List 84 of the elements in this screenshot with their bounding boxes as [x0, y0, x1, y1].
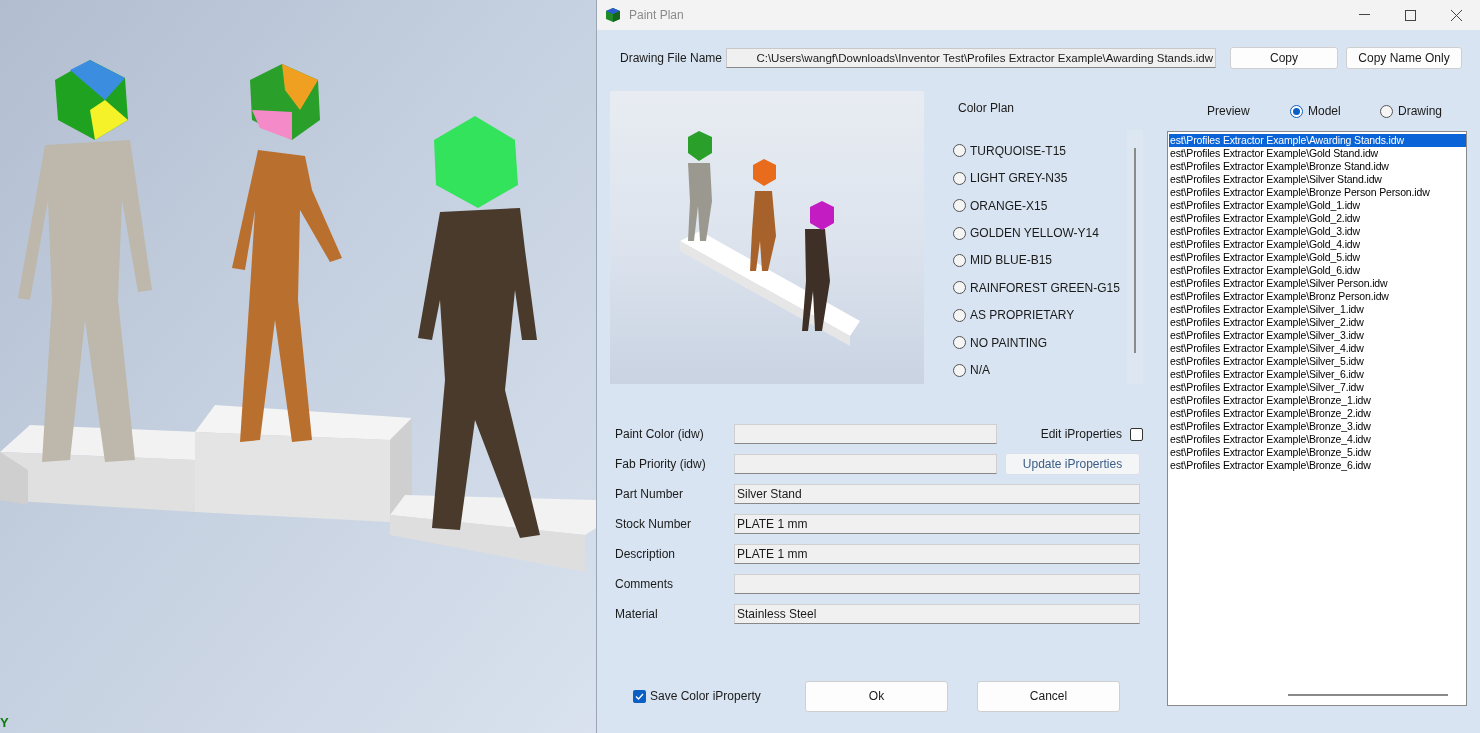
button[interactable]: Ok	[805, 680, 948, 712]
text-field[interactable]	[734, 424, 997, 444]
radio-button[interactable]	[953, 144, 966, 158]
scrollbar[interactable]	[1127, 130, 1143, 384]
radio-label[interactable]: Model	[1308, 102, 1341, 120]
list-item[interactable]: est\Profiles Extractor Example\Bronze_1.idw	[1169, 394, 1466, 407]
text-field[interactable]: PLATE 1 mm	[734, 514, 1140, 534]
radio-button[interactable]	[953, 226, 966, 240]
button[interactable]: Update iProperties	[1005, 453, 1140, 475]
radio-button[interactable]	[953, 253, 966, 267]
list-item[interactable]: est\Profiles Extractor Example\Silver_2.idw	[1169, 316, 1466, 329]
radio-label[interactable]: AS PROPRIETARY	[970, 306, 1075, 325]
field-label: Stock Number	[615, 516, 693, 533]
section-label: Color Plan	[958, 101, 1016, 115]
text-field[interactable]	[734, 574, 1140, 594]
list-item[interactable]: est\Profiles Extractor Example\Bronze_6.idw	[1169, 459, 1466, 472]
list-item[interactable]: est\Profiles Extractor Example\Gold Stand.idw	[1169, 147, 1466, 160]
list-item[interactable]: est\Profiles Extractor Example\Silver_4.idw	[1169, 342, 1466, 355]
button[interactable]: Cancel	[977, 680, 1120, 712]
field-label: Drawing File Name	[620, 50, 724, 67]
list-item[interactable]: est\Profiles Extractor Example\Gold_4.idw	[1169, 238, 1466, 251]
list-item[interactable]: est\Profiles Extractor Example\Bronze Person Person.idw	[1169, 186, 1466, 199]
close-icon[interactable]	[1451, 9, 1462, 21]
list-item[interactable]: est\Profiles Extractor Example\Gold_5.idw	[1169, 251, 1466, 264]
window-title: Paint Plan	[629, 7, 684, 24]
axis-label: Y	[0, 716, 9, 729]
list-item[interactable]: est\Profiles Extractor Example\Bronze Stand.idw	[1169, 160, 1466, 173]
radio-label[interactable]: N/A	[970, 361, 990, 380]
list-item[interactable]: est\Profiles Extractor Example\Bronz Person.idw	[1169, 290, 1466, 303]
maximize-icon[interactable]	[1405, 9, 1416, 21]
file-path-field[interactable]: C:\Users\wangf\Downloads\Inventor Test\Profiles Extractor Example\Awarding Stands.idw	[726, 48, 1216, 68]
text-field[interactable]	[734, 454, 997, 474]
radio-label[interactable]: GOLDEN YELLOW-Y14	[970, 224, 1099, 243]
list-item[interactable]: est\Profiles Extractor Example\Bronze_2.idw	[1169, 407, 1466, 420]
radio-button[interactable]	[1380, 104, 1393, 118]
list-item[interactable]: est\Profiles Extractor Example\Silver Stand.idw	[1169, 173, 1466, 186]
app-icon	[605, 7, 621, 23]
checkbox[interactable]	[1130, 427, 1143, 441]
checkbox-label[interactable]: Edit iProperties	[1040, 425, 1122, 443]
field-label: Material	[615, 606, 659, 623]
list-item[interactable]: est\Profiles Extractor Example\Silver_6.idw	[1169, 368, 1466, 381]
list-item[interactable]: est\Profiles Extractor Example\Silver_7.idw	[1169, 381, 1466, 394]
3d-viewport[interactable]: Y	[0, 0, 596, 733]
field-label: Paint Color (idw)	[615, 426, 705, 443]
radio-label[interactable]: TURQUOISE-T15	[970, 141, 1066, 160]
list-item[interactable]: est\Profiles Extractor Example\Bronze_3.idw	[1169, 420, 1466, 433]
list-item[interactable]: est\Profiles Extractor Example\Gold_3.idw	[1169, 225, 1466, 238]
radio-button[interactable]	[953, 281, 966, 295]
list-item[interactable]: est\Profiles Extractor Example\Bronze_4.idw	[1169, 433, 1466, 446]
radio-label[interactable]: ORANGE-X15	[970, 196, 1048, 215]
field-label: Comments	[615, 576, 674, 593]
list-item[interactable]: est\Profiles Extractor Example\Gold_2.idw	[1169, 212, 1466, 225]
list-item[interactable]: est\Profiles Extractor Example\Gold_6.idw	[1169, 264, 1466, 277]
minimize-icon[interactable]	[1359, 14, 1370, 16]
radio-label[interactable]: RAINFOREST GREEN-G15	[970, 278, 1120, 297]
list-item[interactable]: est\Profiles Extractor Example\Awarding Stands.idw	[1169, 134, 1466, 147]
radio-button[interactable]	[953, 171, 966, 185]
list-item[interactable]: est\Profiles Extractor Example\Silver_5.idw	[1169, 355, 1466, 368]
radio-label[interactable]: MID BLUE-B15	[970, 251, 1053, 270]
radio-button[interactable]	[953, 308, 966, 322]
button[interactable]: Copy Name Only	[1346, 47, 1462, 69]
section-label: Preview	[1207, 103, 1251, 120]
checkbox-label[interactable]: Save Color iProperty	[650, 687, 761, 705]
field-label: Description	[615, 546, 677, 563]
radio-button[interactable]	[953, 199, 966, 213]
radio-button[interactable]	[953, 336, 966, 350]
list-item[interactable]: est\Profiles Extractor Example\Silver_1.idw	[1169, 303, 1466, 316]
text-field[interactable]: Stainless Steel	[734, 604, 1140, 624]
list-item[interactable]: est\Profiles Extractor Example\Silver Person.idw	[1169, 277, 1466, 290]
radio-button[interactable]	[1290, 104, 1303, 118]
text-field[interactable]: PLATE 1 mm	[734, 544, 1140, 564]
list-item[interactable]: est\Profiles Extractor Example\Bronze_5.idw	[1169, 446, 1466, 459]
list-item[interactable]: est\Profiles Extractor Example\Gold_1.idw	[1169, 199, 1466, 212]
field-label: Part Number	[615, 486, 685, 503]
text-field[interactable]: Silver Stand	[734, 484, 1140, 504]
horizontal-scrollbar[interactable]	[1288, 694, 1448, 696]
radio-label[interactable]: LIGHT GREY-N35	[970, 169, 1068, 188]
button[interactable]: Copy	[1230, 47, 1338, 69]
checkbox[interactable]	[633, 689, 646, 703]
list-item[interactable]: est\Profiles Extractor Example\Silver_3.idw	[1169, 329, 1466, 342]
radio-label[interactable]: NO PAINTING	[970, 333, 1048, 352]
field-label: Fab Priority (idw)	[615, 456, 707, 473]
radio-button[interactable]	[953, 363, 966, 377]
radio-label[interactable]: Drawing	[1398, 102, 1442, 120]
